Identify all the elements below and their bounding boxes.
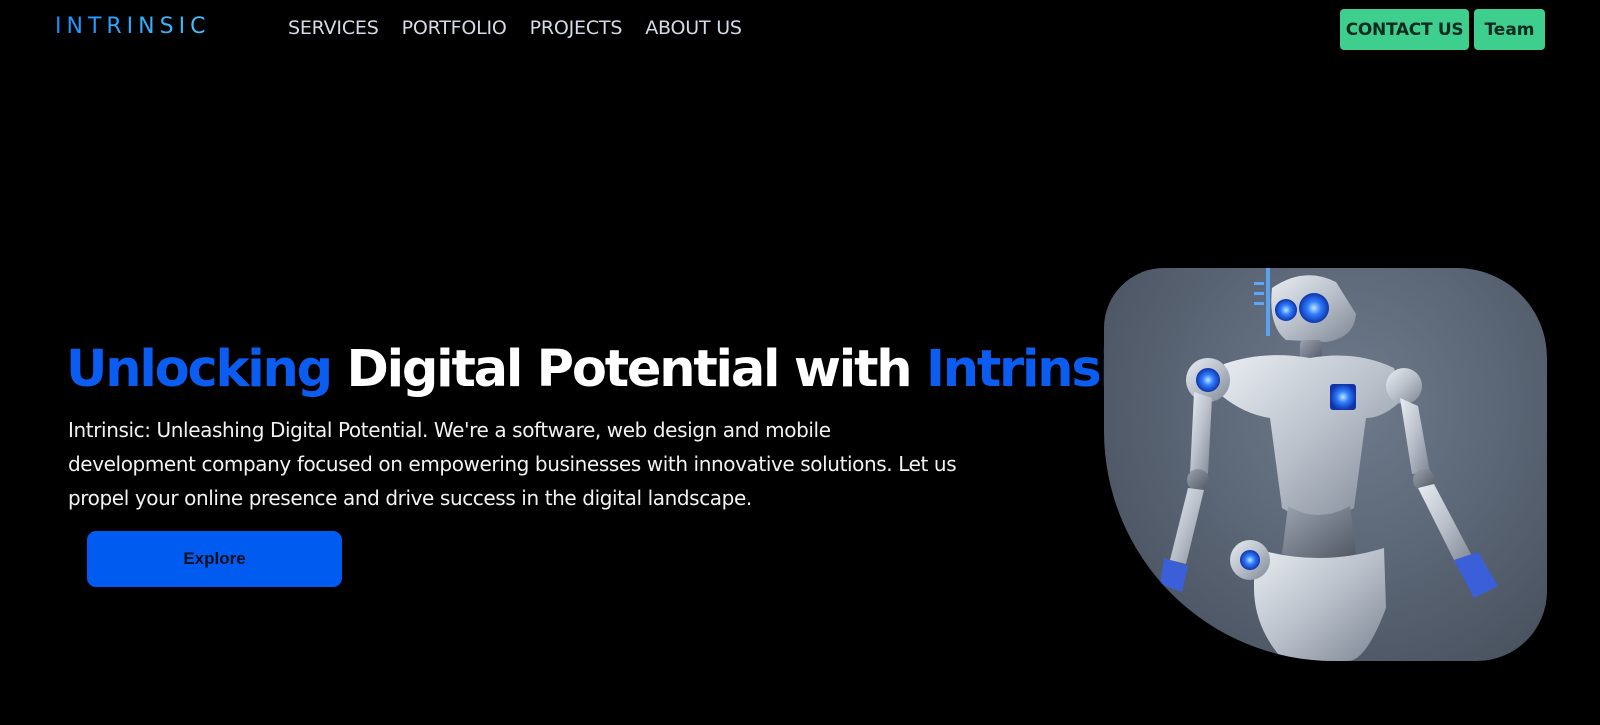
team-button[interactable]: Team [1474,9,1545,50]
nav-item-portfolio[interactable]: PORTFOLIO [402,17,507,39]
nav-item-about-us[interactable]: ABOUT US [645,17,742,39]
hero-title: Unlocking Digital Potential with Intrins… [66,340,1145,400]
landing-page: INTRINSIC SERVICES PORTFOLIO PROJECTS AB… [0,0,1600,725]
hero-title-middle: Digital Potential with [330,340,926,399]
nav-item-projects[interactable]: PROJECTS [530,17,623,39]
nav-item-services[interactable]: SERVICES [288,17,379,39]
hero-title-highlight-unlocking: Unlocking [66,340,333,399]
explore-button[interactable]: Explore [87,531,342,587]
header-actions: CONTACT US Team [1340,9,1545,50]
hero-description: Intrinsic: Unleashing Digital Potential.… [68,418,957,510]
hero-robot-image [1104,268,1547,661]
site-header: INTRINSIC SERVICES PORTFOLIO PROJECTS AB… [0,0,1600,60]
main-nav: SERVICES PORTFOLIO PROJECTS ABOUT US [288,17,742,39]
robot-illustration [1160,268,1498,661]
contact-us-button[interactable]: CONTACT US [1340,9,1469,50]
brand-logo[interactable]: INTRINSIC [55,14,210,39]
